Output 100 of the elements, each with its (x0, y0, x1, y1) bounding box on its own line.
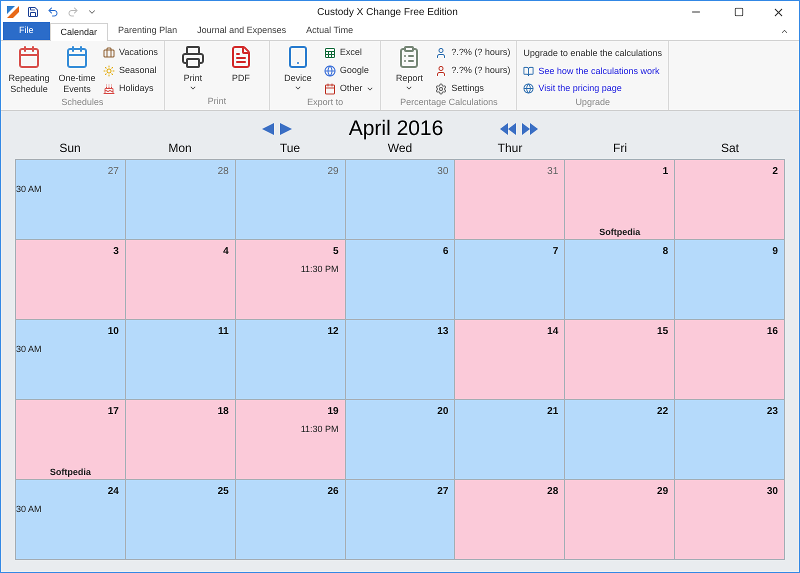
day-cell[interactable]: 14 (455, 320, 566, 400)
upgrade-link[interactable]: See how the calculations work (523, 64, 662, 78)
month-title: April 2016 (348, 116, 444, 142)
group-label: Schedules (60, 96, 104, 109)
day-cell[interactable]: 2 (675, 160, 785, 240)
weekday-heading: Thur (496, 140, 524, 157)
day-number: 28 (547, 485, 558, 499)
day-cell[interactable]: 1 Softpedia (565, 160, 676, 240)
maximize-icon[interactable] (734, 7, 744, 17)
day-cell[interactable]: 22 (565, 400, 676, 480)
day-cell[interactable]: 10 30 AM (16, 320, 126, 400)
dropdown-icon (294, 84, 302, 92)
day-number: 15 (657, 325, 668, 339)
day-cell[interactable]: 21 (455, 400, 566, 480)
day-cell[interactable]: 28 (126, 160, 236, 240)
ribbon-small-button[interactable]: Holidays (103, 81, 158, 96)
ribbon-tab[interactable]: Calendar (50, 23, 108, 41)
ribbon-small-button[interactable]: Other (324, 81, 374, 96)
dropdown-icon (188, 84, 197, 92)
ribbon-button[interactable]: Print (170, 45, 215, 94)
day-cell[interactable]: 30 (346, 160, 456, 240)
day-cell[interactable]: 3 (16, 240, 126, 320)
day-cell[interactable]: 5 11:30 PM (236, 240, 346, 320)
day-cell[interactable]: 23 (675, 400, 785, 480)
day-cell[interactable]: 25 (126, 480, 236, 560)
day-cell[interactable]: 30 (675, 480, 785, 560)
upgrade-note: Upgrade to enable the calculations (523, 47, 662, 60)
day-cell[interactable]: 12 (236, 320, 346, 400)
event-time: 30 AM (16, 503, 42, 516)
person-icon (435, 64, 448, 76)
event-time: 11:30 PM (300, 423, 339, 436)
ribbon-button[interactable]: PDF (218, 45, 263, 94)
day-cell[interactable]: 29 (565, 480, 676, 560)
weekday-heading: Wed (386, 140, 414, 157)
day-number: 30 (437, 165, 448, 179)
day-cell[interactable]: 4 (126, 240, 236, 320)
ribbon-small-button[interactable]: Vacations (103, 45, 158, 60)
ribbon-small-button[interactable]: Settings (435, 81, 510, 96)
file-menu-button[interactable]: File (3, 22, 50, 40)
weekday-heading: Mon (167, 140, 193, 157)
save-icon[interactable] (27, 6, 39, 18)
day-cell[interactable]: 26 (236, 480, 346, 560)
day-cell[interactable]: 7 (455, 240, 566, 320)
day-cell[interactable]: 11 (126, 320, 236, 400)
day-cell[interactable]: 19 11:30 PM (236, 400, 346, 480)
day-number: 23 (766, 405, 778, 419)
ribbon-small-button[interactable]: Google (324, 63, 374, 78)
ribbon-button[interactable]: Repeating Schedule (7, 45, 51, 96)
ribbon-small-button[interactable]: ?.?% (? hours) (435, 63, 510, 78)
day-number: 5 (333, 245, 339, 259)
day-cell[interactable]: 8 (565, 240, 676, 320)
previous-year-icon[interactable] (499, 122, 518, 136)
day-cell[interactable]: 29 (236, 160, 346, 240)
day-cell[interactable]: 6 (346, 240, 456, 320)
calendar-icon (65, 45, 89, 69)
ribbon-small-button[interactable]: Seasonal (103, 63, 158, 78)
day-cell[interactable]: 16 (675, 320, 785, 400)
day-cell[interactable]: 27 30 AM (16, 160, 126, 240)
day-number: 14 (547, 325, 558, 339)
event-label: Softpedia (50, 466, 91, 479)
day-cell[interactable]: 13 (346, 320, 456, 400)
undo-icon[interactable] (47, 6, 59, 18)
event-time: 30 AM (16, 343, 42, 356)
sun-icon (103, 64, 115, 76)
day-cell[interactable]: 27 (346, 480, 456, 560)
day-cell[interactable]: 9 (675, 240, 785, 320)
day-number: 12 (327, 325, 339, 339)
day-number: 17 (108, 405, 119, 419)
collapse-ribbon-icon[interactable] (780, 27, 789, 36)
ribbon-button[interactable]: Report (387, 45, 432, 96)
day-number: 28 (218, 165, 229, 179)
book-icon (523, 66, 534, 77)
day-cell[interactable]: 28 (455, 480, 566, 560)
previous-month-icon[interactable] (260, 122, 275, 136)
day-cell[interactable]: 15 (565, 320, 676, 400)
ribbon-small-button[interactable]: Excel (324, 45, 374, 60)
ribbon-button[interactable]: One-time Events (55, 45, 99, 96)
ribbon-tab[interactable]: Parenting Plan (108, 22, 188, 40)
event-label: Softpedia (599, 226, 640, 239)
day-number: 30 (766, 485, 778, 499)
day-cell[interactable]: 18 (126, 400, 236, 480)
upgrade-link[interactable]: Visit the pricing page (523, 82, 662, 96)
spreadsheet-icon (324, 46, 336, 58)
day-number: 6 (442, 245, 448, 259)
day-cell[interactable]: 31 (455, 160, 566, 240)
globe-icon (324, 64, 336, 76)
globe-icon (523, 83, 534, 94)
day-cell[interactable]: 17 Softpedia (16, 400, 126, 480)
ribbon-button[interactable]: Device (276, 45, 320, 96)
ribbon-small-button[interactable]: ?.?% (? hours) (435, 45, 510, 60)
suitcase-icon (103, 46, 115, 58)
day-cell[interactable]: 24 30 AM (16, 480, 126, 560)
ribbon-tab[interactable]: Actual Time (296, 22, 364, 40)
next-year-icon[interactable] (521, 122, 540, 136)
next-month-icon[interactable] (278, 122, 293, 136)
close-icon[interactable] (772, 6, 785, 18)
dropdown-icon (405, 84, 414, 92)
weekday-heading: Tue (278, 140, 302, 157)
ribbon-tab[interactable]: Journal and Expenses (187, 22, 296, 40)
day-cell[interactable]: 20 (346, 400, 456, 480)
